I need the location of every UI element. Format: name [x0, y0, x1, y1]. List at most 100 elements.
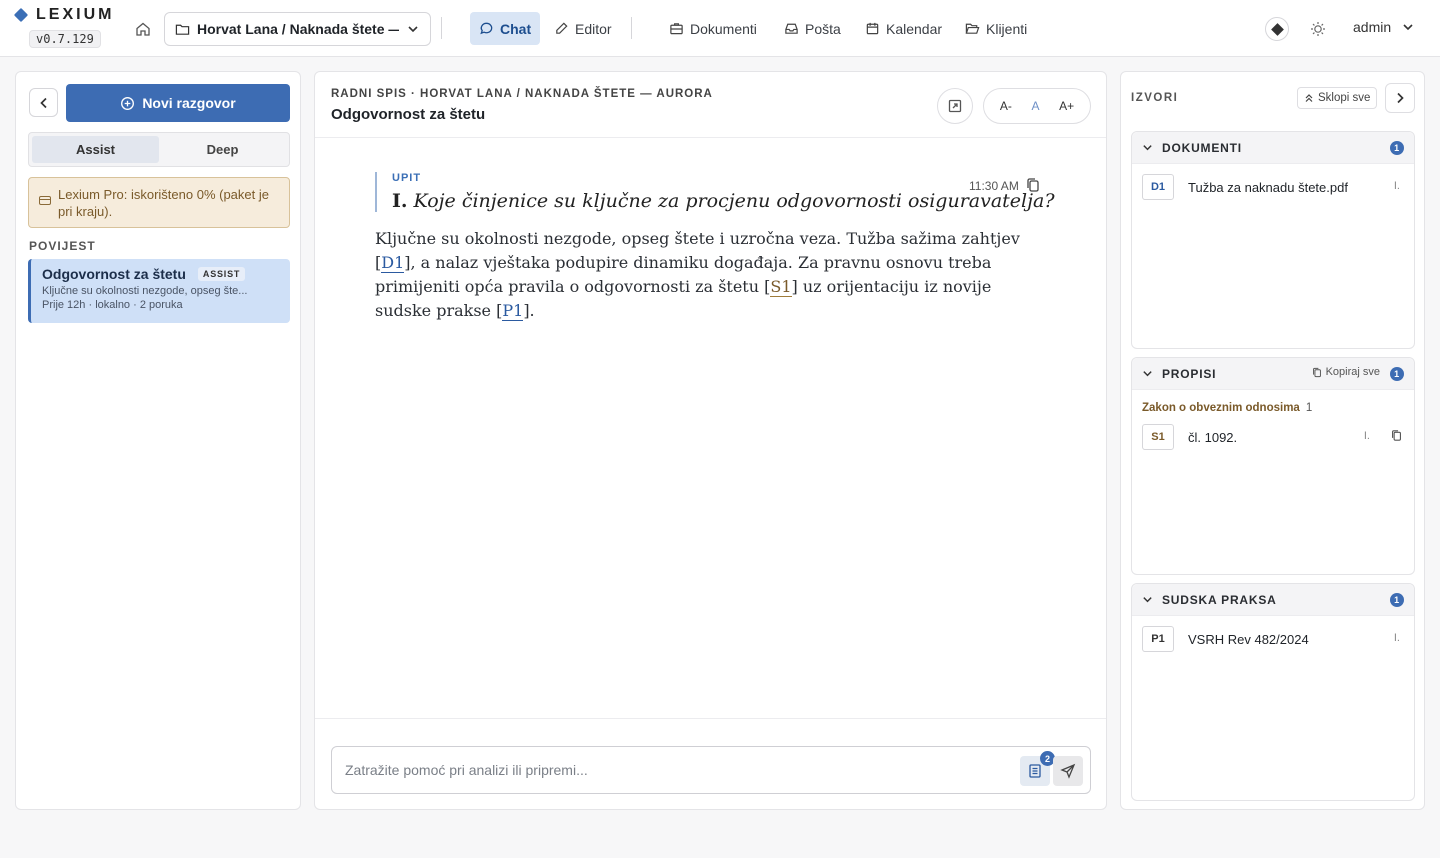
- quota-notice: Lexium Pro: iskorišteno 0% (paket je pri…: [28, 177, 290, 228]
- message-timestamp: 11:30 AM: [969, 179, 1019, 193]
- collapse-all-label: Sklopi sve: [1318, 92, 1371, 104]
- message-composer[interactable]: Zatražite pomoć pri analizi ili pripremi…: [331, 746, 1091, 794]
- send-button[interactable]: [1053, 756, 1083, 786]
- copy-message-button[interactable]: [1026, 177, 1040, 196]
- query-text: Koje činjenice su ključne za procjenu od…: [413, 190, 1055, 212]
- nav-editor[interactable]: Editor: [545, 12, 621, 45]
- source-item[interactable]: P1 VSRH Rev 482/2024 I.: [1142, 626, 1404, 652]
- mode-tabs: Assist Deep: [28, 132, 290, 167]
- citation-p1[interactable]: P1: [502, 301, 524, 321]
- nav-clients-label: Klijenti: [986, 20, 1028, 37]
- source-tag: D1: [1142, 174, 1174, 200]
- law-group: Zakon o obveznim odnosima 1: [1142, 402, 1312, 414]
- collapse-all-button[interactable]: Sklopi sve: [1297, 87, 1378, 109]
- collapse-sources-button[interactable]: [1385, 83, 1415, 113]
- theme-toggle[interactable]: [1308, 19, 1328, 39]
- collapse-sidebar-button[interactable]: [29, 88, 58, 117]
- home-icon: [136, 22, 150, 36]
- chevron-left-icon: [39, 97, 47, 108]
- new-conversation-label: Novi razgovor: [142, 95, 236, 111]
- regulations-section-header[interactable]: PROPISI Kopiraj sve 1: [1132, 358, 1414, 390]
- top-bar: LEXIUM v0.7.129 Horvat Lana / Naknada št…: [0, 0, 1440, 57]
- app-name: LEXIUM: [36, 6, 115, 23]
- copy-all-button[interactable]: Kopiraj sve: [1312, 366, 1380, 378]
- nav-editor-label: Editor: [575, 20, 612, 37]
- version-badge: v0.7.129: [29, 30, 101, 48]
- app-logo[interactable]: LEXIUM: [14, 6, 114, 24]
- inbox-icon: [785, 23, 798, 34]
- logo-diamond-icon: [14, 8, 28, 22]
- send-icon: [1060, 763, 1076, 779]
- workspace-diamond-icon[interactable]: [1265, 17, 1289, 41]
- nav-clients[interactable]: Klijenti: [956, 12, 1036, 45]
- law-count: 1: [1305, 402, 1313, 414]
- nav-calendar[interactable]: Kalendar: [856, 12, 951, 45]
- source-name: VSRH Rev 482/2024: [1188, 631, 1309, 647]
- font-size-controls: A- A A+: [983, 88, 1091, 124]
- user-name: admin: [1353, 19, 1392, 35]
- nav-chat-label: Chat: [500, 20, 532, 37]
- source-marker: I.: [1393, 632, 1400, 644]
- citation-d1[interactable]: D1: [381, 253, 405, 273]
- tab-deep[interactable]: Deep: [159, 136, 286, 163]
- sources-panel: IZVORI Sklopi sve DOKUMENTI 1 D1 Tužba z…: [1120, 71, 1425, 810]
- nav-chat[interactable]: Chat: [470, 12, 541, 45]
- nav-mail-label: Pošta: [805, 20, 841, 37]
- conversations-sidebar: Novi razgovor Assist Deep Lexium Pro: is…: [15, 71, 301, 810]
- edit-icon: [556, 22, 568, 34]
- chevron-down-icon: [1143, 145, 1152, 151]
- credit-card-icon: [39, 196, 51, 205]
- copy-source-button[interactable]: [1391, 429, 1402, 445]
- case-law-section-header[interactable]: SUDSKA PRAKSA 1: [1132, 584, 1414, 616]
- attached-documents-button[interactable]: 2: [1020, 751, 1055, 786]
- count-badge: 1: [1390, 367, 1404, 381]
- query-text-row: I. Koje činjenice su ključne za procjenu …: [392, 190, 1055, 212]
- divider: [631, 17, 632, 39]
- plus-circle-icon: [121, 96, 135, 110]
- case-selector[interactable]: Horvat Lana / Naknada štete — ...: [164, 12, 431, 46]
- home-button[interactable]: [132, 18, 154, 40]
- new-conversation-button[interactable]: Novi razgovor: [66, 84, 290, 122]
- chat-panel: RADNI SPIS · HORVAT LANA / NAKNADA ŠTETE…: [314, 71, 1107, 810]
- history-item[interactable]: Odgovornost za štetu ASSIST Ključne su o…: [28, 259, 290, 323]
- source-item[interactable]: S1 čl. 1092. I.: [1142, 424, 1404, 450]
- sources-title: IZVORI: [1131, 92, 1179, 104]
- font-normal-button[interactable]: A: [1031, 99, 1039, 113]
- regulations-section-label: PROPISI: [1162, 366, 1217, 381]
- copy-icon: [1392, 430, 1401, 441]
- nav-documents[interactable]: Dokumenti: [660, 12, 766, 45]
- documents-section: DOKUMENTI 1 D1 Tužba za naknadu štete.pd…: [1131, 131, 1415, 349]
- history-item-snippet: Ključne su okolnosti nezgode, opseg šte.…: [42, 285, 248, 297]
- font-decrease-button[interactable]: A-: [1000, 99, 1012, 113]
- copy-icon: [1027, 178, 1039, 192]
- chevron-right-icon: [1397, 92, 1404, 104]
- document-list-icon: [1029, 764, 1041, 778]
- history-item-title: Odgovornost za štetu: [42, 266, 186, 282]
- page-title: Odgovornost za štetu: [331, 106, 486, 123]
- count-badge: 1: [1390, 141, 1404, 155]
- folder-open-icon: [965, 23, 980, 34]
- message-input[interactable]: Zatražite pomoć pri analizi ili pripremi…: [345, 762, 1090, 778]
- user-menu[interactable]: admin: [1353, 19, 1415, 35]
- source-item[interactable]: D1 Tužba za naknadu štete.pdf I.: [1142, 174, 1404, 200]
- tab-assist[interactable]: Assist: [32, 136, 159, 163]
- mode-badge: ASSIST: [197, 267, 246, 281]
- documents-section-header[interactable]: DOKUMENTI 1: [1132, 132, 1414, 164]
- source-marker: I.: [1363, 430, 1370, 442]
- nav-calendar-label: Kalendar: [886, 20, 943, 37]
- expand-button[interactable]: [937, 88, 973, 124]
- nav-documents-label: Dokumenti: [690, 20, 757, 37]
- case-law-section-label: SUDSKA PRAKSA: [1162, 592, 1277, 607]
- answer-text: ].: [523, 301, 535, 320]
- user-query: UPIT I. Koje činjenice su ključne za proc…: [375, 172, 1055, 212]
- font-increase-button[interactable]: A+: [1059, 99, 1074, 113]
- divider: [315, 718, 1106, 719]
- history-heading: POVIJEST: [29, 239, 96, 253]
- chevron-down-icon: [1403, 24, 1413, 31]
- assistant-answer: Ključne su okolnosti nezgode, opseg štet…: [375, 227, 1035, 323]
- citation-s1[interactable]: S1: [770, 277, 792, 297]
- nav-mail[interactable]: Pošta: [775, 12, 850, 45]
- source-name: Tužba za naknadu štete.pdf: [1188, 179, 1348, 195]
- sun-icon: [1311, 22, 1325, 36]
- case-law-section: SUDSKA PRAKSA 1 P1 VSRH Rev 482/2024 I.: [1131, 583, 1415, 801]
